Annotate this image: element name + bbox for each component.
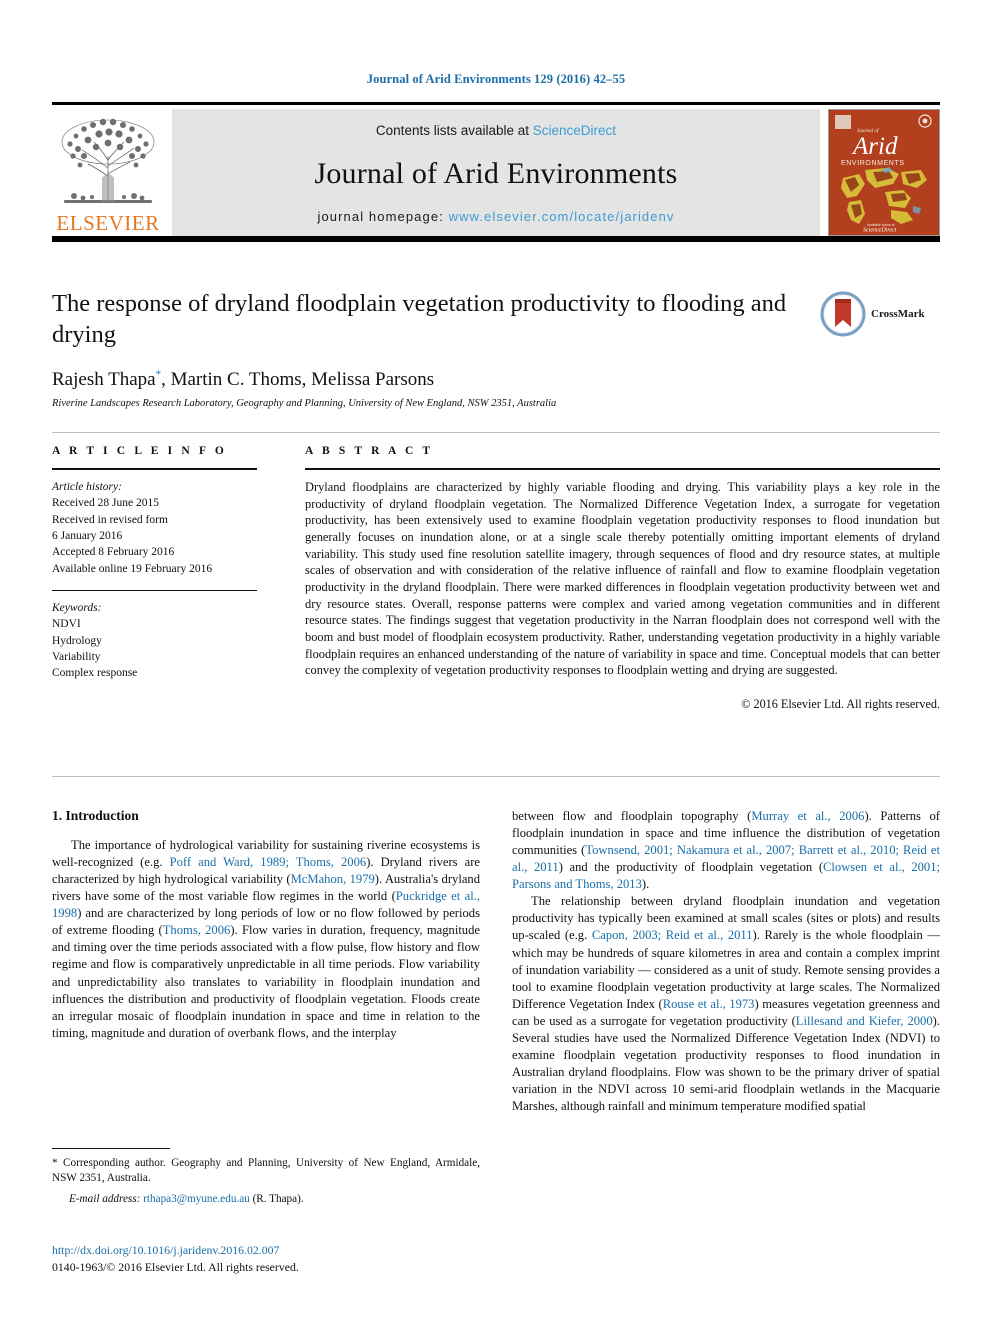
section-heading-introduction: 1. Introduction xyxy=(52,808,139,823)
article-history-group: Article history: Received 28 June 2015 R… xyxy=(52,479,257,577)
email-attribution: (R. Thapa). xyxy=(252,1193,304,1206)
citation-link[interactable]: Thoms, 2006 xyxy=(163,923,231,937)
footer-doi-block: http://dx.doi.org/10.1016/j.jaridenv.201… xyxy=(52,1243,522,1275)
issn-copyright-line: 0140-1963/© 2016 Elsevier Ltd. All right… xyxy=(52,1260,299,1274)
elsevier-wordmark: ELSEVIER xyxy=(56,211,160,235)
page-title: The response of dryland floodplain veget… xyxy=(52,290,787,349)
journal-cover-thumbnail: Journal of Arid ENVIRONMENTS Available o… xyxy=(828,109,940,236)
svg-text:Arid: Arid xyxy=(851,133,898,160)
paper-page: Journal of Arid Environments 129 (2016) … xyxy=(0,0,992,1323)
citation-link[interactable]: Rouse et al., 1973 xyxy=(663,997,755,1011)
citation-link[interactable]: Clowsen et al., 2001; Parsons and Thoms,… xyxy=(512,860,940,891)
keyword-item: Hydrology xyxy=(52,634,102,647)
running-head: Journal of Arid Environments 129 (2016) … xyxy=(366,72,626,86)
masthead-top-rule xyxy=(52,102,940,105)
body-column-left: 1. Introduction The importance of hydrol… xyxy=(52,808,480,1115)
abstract-copyright: © 2016 Elsevier Ltd. All rights reserved… xyxy=(741,697,940,712)
author-names: Rajesh Thapa*, Martin C. Thoms, Melissa … xyxy=(52,368,435,391)
svg-text:ScienceDirect: ScienceDirect xyxy=(863,228,897,234)
elsevier-tree-icon xyxy=(61,118,155,203)
cover-artwork: Journal of Arid ENVIRONMENTS Available o… xyxy=(829,110,939,235)
keyword-item: NDVI xyxy=(52,618,81,631)
abstract-body-divider xyxy=(52,776,940,777)
citation-link[interactable]: Murray et al., 2006 xyxy=(751,809,864,823)
contents-prefix: Contents lists available at xyxy=(375,123,530,138)
title-block: The response of dryland floodplain veget… xyxy=(52,288,940,409)
citation-link[interactable]: Lillesand and Kiefer, 2000 xyxy=(796,1014,933,1028)
journal-title: Journal of Arid Environments xyxy=(314,156,678,190)
article-history-label: Article history: xyxy=(52,481,122,493)
journal-masthead: ELSEVIER Contents lists available at Sci… xyxy=(52,102,940,242)
svg-text:Available online at: Available online at xyxy=(867,223,895,227)
svg-text:ENVIRONMENTS: ENVIRONMENTS xyxy=(841,160,905,167)
crossmark-badge[interactable]: CrossMark xyxy=(820,288,940,340)
citation-link[interactable]: Puckridge et al., 1998 xyxy=(52,889,480,920)
footnote-rule xyxy=(52,1148,170,1149)
intro-paragraph-right-2: The relationship between dryland floodpl… xyxy=(512,894,940,1114)
contents-available-line: Contents lists available at ScienceDirec… xyxy=(376,123,616,138)
article-info-heading: A R T I C L E I N F O xyxy=(52,445,227,457)
footnote-address: Corresponding author. Geography and Plan… xyxy=(52,1157,480,1185)
abstract-heading: A B S T R A C T xyxy=(305,445,434,457)
doi-link[interactable]: http://dx.doi.org/10.1016/j.jaridenv.201… xyxy=(52,1243,522,1258)
article-info-separator xyxy=(52,589,257,591)
email-address-label: E-mail address: xyxy=(69,1193,141,1206)
history-item: 6 January 2016 xyxy=(52,529,123,542)
citation-link[interactable]: McMahon, 1979 xyxy=(291,872,375,886)
footnote-corresponding-text: * Corresponding author. Geography and Pl… xyxy=(52,1156,480,1186)
abstract-rule xyxy=(305,468,940,470)
journal-homepage-line: journal homepage: www.elsevier.com/locat… xyxy=(317,209,674,224)
citation-link[interactable]: Poff and Ward, 1989; Thoms, 2006 xyxy=(170,855,367,869)
masthead-bottom-rule xyxy=(52,236,940,242)
corresponding-author-footnote: * Corresponding author. Geography and Pl… xyxy=(52,1148,480,1208)
crossmark-icon xyxy=(820,291,866,337)
crossmark-label: CrossMark xyxy=(871,308,925,320)
article-info-rule xyxy=(52,468,257,470)
history-item: Available online 19 February 2016 xyxy=(52,562,213,575)
history-item: Received 28 June 2015 xyxy=(52,497,159,510)
intro-paragraph-right-1: between flow and floodplain topography (… xyxy=(512,809,941,892)
homepage-prefix: journal homepage: xyxy=(317,209,444,224)
corresponding-author-marker: * xyxy=(155,368,162,381)
keywords-group: Keywords: NDVI Hydrology Variability Com… xyxy=(52,600,257,682)
affiliation: Riverine Landscapes Research Laboratory,… xyxy=(52,398,557,410)
citation-link[interactable]: Capon, 2003; Reid et al., 2011 xyxy=(592,928,753,942)
keywords-label: Keywords: xyxy=(52,601,102,614)
footnote-email-line: E-mail address: rthapa3@myune.edu.au (R.… xyxy=(52,1192,480,1207)
history-item: Accepted 8 February 2016 xyxy=(52,546,175,559)
intro-paragraph-left: The importance of hydrological variabili… xyxy=(52,838,481,1040)
article-info-column: A R T I C L E I N F O Article history: R… xyxy=(52,445,257,712)
info-abstract-section: A R T I C L E I N F O Article history: R… xyxy=(52,445,940,712)
email-link[interactable]: rthapa3@myune.edu.au xyxy=(143,1193,250,1205)
sciencedirect-link[interactable]: ScienceDirect xyxy=(533,123,616,138)
keyword-item: Variability xyxy=(52,650,101,663)
abstract-column: A B S T R A C T Dryland floodplains are … xyxy=(305,445,940,712)
masthead-center-panel: Contents lists available at ScienceDirec… xyxy=(172,109,820,236)
title-abstract-divider xyxy=(52,432,940,433)
body-columns: 1. Introduction The importance of hydrol… xyxy=(52,808,940,1115)
keyword-item: Complex response xyxy=(52,667,138,680)
history-item: Received in revised form xyxy=(52,513,168,526)
abstract-text: Dryland floodplains are characterized by… xyxy=(305,480,940,678)
body-column-right: between flow and floodplain topography (… xyxy=(512,808,940,1115)
homepage-url-link[interactable]: www.elsevier.com/locate/jaridenv xyxy=(449,209,675,224)
elsevier-logo: ELSEVIER xyxy=(52,109,164,236)
footnote-marker: * xyxy=(52,1157,58,1169)
author-list: Rajesh Thapa*, Martin C. Thoms, Melissa … xyxy=(52,369,940,391)
